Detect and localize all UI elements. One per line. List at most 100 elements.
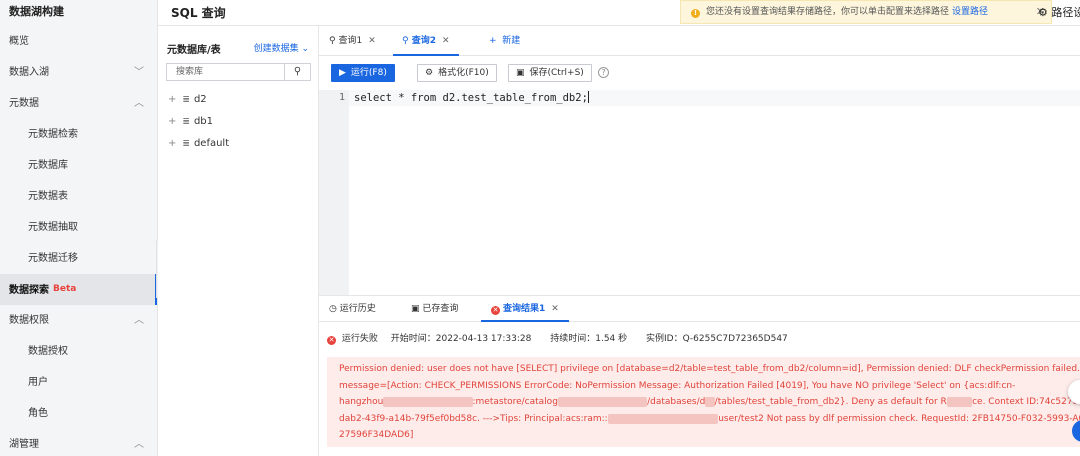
notice-banner: ! 您还没有设置查询结果存储路径，你可以单击配置来选择路径 设置路径 ✕: [680, 0, 1052, 24]
chevron-up-icon: ︿: [134, 315, 144, 326]
sidebar-item-metadata-db[interactable]: 元数据库: [0, 150, 157, 181]
run-status: ✕ 运行失败 开始时间：2022-04-13 17:33:28 持续时间：1.5…: [327, 331, 788, 347]
format-button[interactable]: ⚙ 格式化(F10): [417, 64, 497, 82]
tab-label: 查询1: [338, 36, 363, 46]
text-caret: [587, 91, 589, 103]
line-number: 1: [338, 92, 345, 103]
sidebar-item-label: 概览: [9, 36, 29, 47]
sidebar-item-metadata-search[interactable]: 元数据检索: [0, 119, 157, 150]
sidebar-item-lake-management[interactable]: 湖管理 ︿: [0, 429, 157, 456]
error-text: :metastore/catalog: [472, 397, 558, 407]
sidebar-item-users[interactable]: 用户: [0, 367, 157, 398]
save-button[interactable]: ▣ 保存(Ctrl+S): [508, 64, 592, 82]
run-label: 运行(F8): [350, 68, 387, 78]
plus-icon: +: [489, 36, 497, 46]
tab-label: 查询结果1: [503, 304, 546, 314]
sidebar-item-label: 元数据表: [28, 191, 68, 202]
sidebar-item-label: 数据授权: [28, 346, 68, 357]
status-instance-id: 实例ID：Q-6255C7D72365D547: [646, 334, 788, 344]
tab-query-1[interactable]: ⚲ 查询1 ✕: [329, 26, 376, 56]
sidebar-item-metadata-extract[interactable]: 元数据抽取: [0, 212, 157, 243]
sidebar-item-data-explore[interactable]: 数据探索 Beta: [0, 274, 157, 305]
format-label: 格式化(F10): [438, 68, 489, 78]
create-dataset-label: 创建数据集: [253, 44, 299, 54]
database-list: + ≣ d2 + ≣ db1 + ≣ default: [158, 89, 318, 155]
chevron-up-icon: ︿: [134, 98, 144, 109]
sql-code-line[interactable]: select * from d2.test_table_from_db2;: [354, 90, 589, 106]
chevron-up-icon: ︿: [134, 439, 144, 450]
search-icon: ⚲: [402, 36, 409, 46]
tab-label: 查询2: [411, 36, 436, 46]
path-setting-button[interactable]: ⚙ 路径设: [1038, 4, 1080, 20]
error-line: dab2-43f9-a14b-79f5ef0bd58c. --->Tips: P…: [339, 411, 1080, 428]
page-title: SQL 查询: [171, 6, 226, 20]
sidebar-item-label: 数据入湖: [9, 67, 49, 78]
error-text: /tables/test_table_from_db2}. Deny as de…: [714, 397, 947, 407]
error-text: /databases/d: [647, 397, 706, 407]
database-item[interactable]: + ≣ d2: [158, 89, 318, 111]
sidebar-item-label: 元数据: [9, 98, 39, 109]
sidebar-item-overview[interactable]: 概览: [0, 26, 157, 57]
sql-editor[interactable]: 1 select * from d2.test_table_from_db2;: [319, 90, 1080, 296]
set-path-link[interactable]: 设置路径: [952, 7, 988, 17]
tab-run-history[interactable]: ◷ 运行历史: [329, 296, 376, 322]
gear-icon: ⚙: [425, 68, 434, 78]
help-icon[interactable]: ?: [598, 67, 609, 78]
database-search: ⚲: [166, 63, 311, 81]
sidebar-item-metadata[interactable]: 元数据 ︿: [0, 88, 157, 119]
status-start-time: 开始时间：2022-04-13 17:33:28: [390, 334, 532, 344]
search-input[interactable]: [167, 64, 284, 80]
notice-text: 您还没有设置查询结果存储路径，你可以单击配置来选择路径: [706, 7, 950, 17]
sidebar-item-roles[interactable]: 角色: [0, 398, 157, 429]
top-header: SQL 查询 ! 您还没有设置查询结果存储路径，你可以单击配置来选择路径 设置路径 …: [158, 0, 1080, 26]
save-icon: ▣: [516, 68, 525, 78]
query-area: ⚲ 查询1 ✕ ⚲ 查询2 ✕ + 新建 ▶ 运行(F8) ⚙ 格式化(F10) ▣ 保存…: [319, 26, 1080, 456]
sidebar-item-label: 元数据检索: [28, 129, 78, 140]
sidebar-item-label: 数据探索: [9, 285, 49, 296]
chevron-down-icon: ﹀: [134, 67, 144, 78]
close-icon[interactable]: ✕: [442, 36, 450, 46]
save-label: 保存(Ctrl+S): [529, 68, 584, 78]
run-button[interactable]: ▶ 运行(F8): [331, 64, 395, 82]
expand-icon[interactable]: +: [168, 94, 176, 105]
redacted-text: x: [705, 397, 715, 407]
tab-saved-queries[interactable]: ▣ 已存查询: [411, 296, 458, 322]
sidebar-item-label: 元数据抽取: [28, 222, 78, 233]
tab-label: 已存查询: [422, 304, 459, 314]
sidebar-item-label: 湖管理: [9, 439, 39, 450]
status-duration: 持续时间：1.54 秒: [550, 334, 628, 344]
error-line: message=[Action: CHECK_PERMISSIONS Error…: [339, 380, 1016, 391]
database-icon: ≣: [182, 117, 190, 127]
tab-label: 新建: [502, 36, 521, 46]
database-icon: ≣: [182, 95, 190, 105]
redacted-text: xxxxxxxxxxxxxxxx: [557, 397, 648, 407]
database-name: d2: [193, 94, 207, 105]
close-icon[interactable]: ✕: [368, 36, 376, 46]
database-name: db1: [193, 116, 213, 127]
clock-icon: ◷: [329, 304, 337, 314]
gear-icon: ⚙: [1038, 6, 1048, 19]
sidebar-item-metadata-migrate[interactable]: 元数据迁移: [0, 243, 157, 274]
expand-icon[interactable]: +: [168, 116, 176, 127]
result-tabs: ◷ 运行历史 ▣ 已存查询 ✕ 查询结果1 ✕: [319, 296, 1080, 322]
sidebar-item-data-grant[interactable]: 数据授权: [0, 336, 157, 367]
expand-icon[interactable]: +: [168, 138, 176, 149]
tab-query-result-1[interactable]: ✕ 查询结果1 ✕: [481, 296, 569, 322]
error-icon: ✕: [327, 336, 336, 345]
sidebar-item-data-ingestion[interactable]: 数据入湖 ﹀: [0, 57, 157, 88]
sidebar-item-metadata-table[interactable]: 元数据表: [0, 181, 157, 212]
sidebar-item-data-permission[interactable]: 数据权限 ︿: [0, 305, 157, 336]
save-icon: ▣: [411, 304, 420, 314]
create-dataset-link[interactable]: 创建数据集 ⌄: [254, 41, 309, 54]
close-icon[interactable]: ✕: [551, 304, 559, 314]
error-text: dab2-43f9-a14b-79f5ef0bd58c. --->Tips: P…: [339, 413, 608, 424]
database-item[interactable]: + ≣ default: [158, 133, 318, 155]
sidebar-item-label: 角色: [28, 408, 48, 419]
tab-label: 运行历史: [339, 304, 376, 314]
search-icon[interactable]: ⚲: [284, 64, 310, 80]
tab-new-query[interactable]: + 新建: [489, 26, 520, 56]
tab-query-2[interactable]: ⚲ 查询2 ✕: [393, 26, 459, 56]
play-icon: ▶: [339, 68, 346, 78]
redacted-text: xxxxxxxxxxxxxxxxxxxx: [607, 413, 719, 424]
database-item[interactable]: + ≣ db1: [158, 111, 318, 133]
